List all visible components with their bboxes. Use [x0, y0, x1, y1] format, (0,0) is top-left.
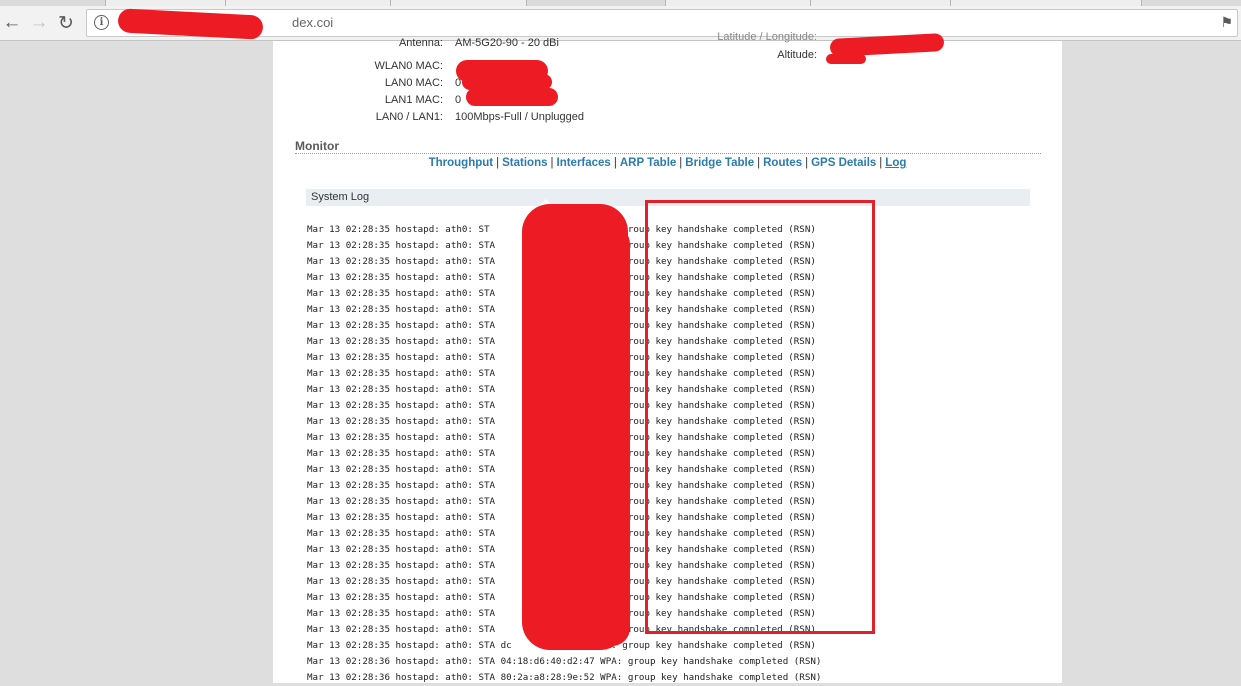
- wlan0-mac-label: WLAN0 MAC:: [374, 60, 443, 72]
- monitor-divider: [295, 153, 1041, 154]
- nav-interfaces[interactable]: Interfaces: [557, 157, 611, 169]
- nav-routes[interactable]: Routes: [763, 157, 802, 169]
- monitor-title: Monitor: [295, 139, 339, 153]
- nav-stations[interactable]: Stations: [502, 157, 547, 169]
- forward-arrow-icon[interactable]: →: [27, 11, 51, 35]
- nav-separator: |: [757, 157, 761, 169]
- nav-gps-details[interactable]: GPS Details: [811, 157, 876, 169]
- url-text: dex.coi: [292, 15, 334, 30]
- nav-separator: |: [679, 157, 683, 169]
- altitude-label: Altitude:: [777, 49, 817, 61]
- highlight-box: [645, 200, 875, 634]
- antenna-label: Antenna:: [398, 37, 443, 49]
- lan-status-label: LAN0 / LAN1:: [375, 111, 443, 123]
- lan1-mac-label: LAN1 MAC:: [384, 94, 443, 106]
- lan1-mac-value: 0: [455, 94, 462, 106]
- reload-icon[interactable]: ↻: [54, 11, 78, 35]
- log-line: Mar 13 02:28:36 hostapd: ath0: STA 04:18…: [307, 656, 822, 667]
- nav-separator: |: [613, 157, 617, 169]
- nav-bridge-table[interactable]: Bridge Table: [685, 157, 754, 169]
- redaction-altitude-value: [826, 54, 866, 64]
- monitor-nav: Throughput | Stations | Interfaces | ARP Table…: [273, 157, 1062, 169]
- nav-separator: |: [879, 157, 883, 169]
- antenna-value: AM-5G20-90 - 20 dBi: [455, 37, 559, 49]
- nav-log[interactable]: Log: [885, 157, 906, 169]
- back-arrow-icon[interactable]: ←: [0, 11, 24, 35]
- lan-status-value: 100Mbps-Full / Unplugged: [455, 111, 585, 123]
- lan0-mac-label: LAN0 MAC:: [384, 77, 443, 89]
- redaction-lan1-mac: [466, 88, 558, 106]
- nav-separator: |: [550, 157, 554, 169]
- lat-long-label: Latitude / Longitude:: [717, 31, 817, 43]
- nav-throughput[interactable]: Throughput: [429, 157, 494, 169]
- nav-separator: |: [805, 157, 809, 169]
- redaction-mac-column-edge: [534, 226, 630, 646]
- bookmark-icon[interactable]: ⚑: [1220, 14, 1233, 31]
- log-line: Mar 13 02:28:36 hostapd: ath0: STA 80:2a…: [307, 672, 822, 683]
- nav-separator: |: [496, 157, 500, 169]
- info-icon[interactable]: i: [94, 15, 109, 30]
- nav-arp-table[interactable]: ARP Table: [620, 157, 676, 169]
